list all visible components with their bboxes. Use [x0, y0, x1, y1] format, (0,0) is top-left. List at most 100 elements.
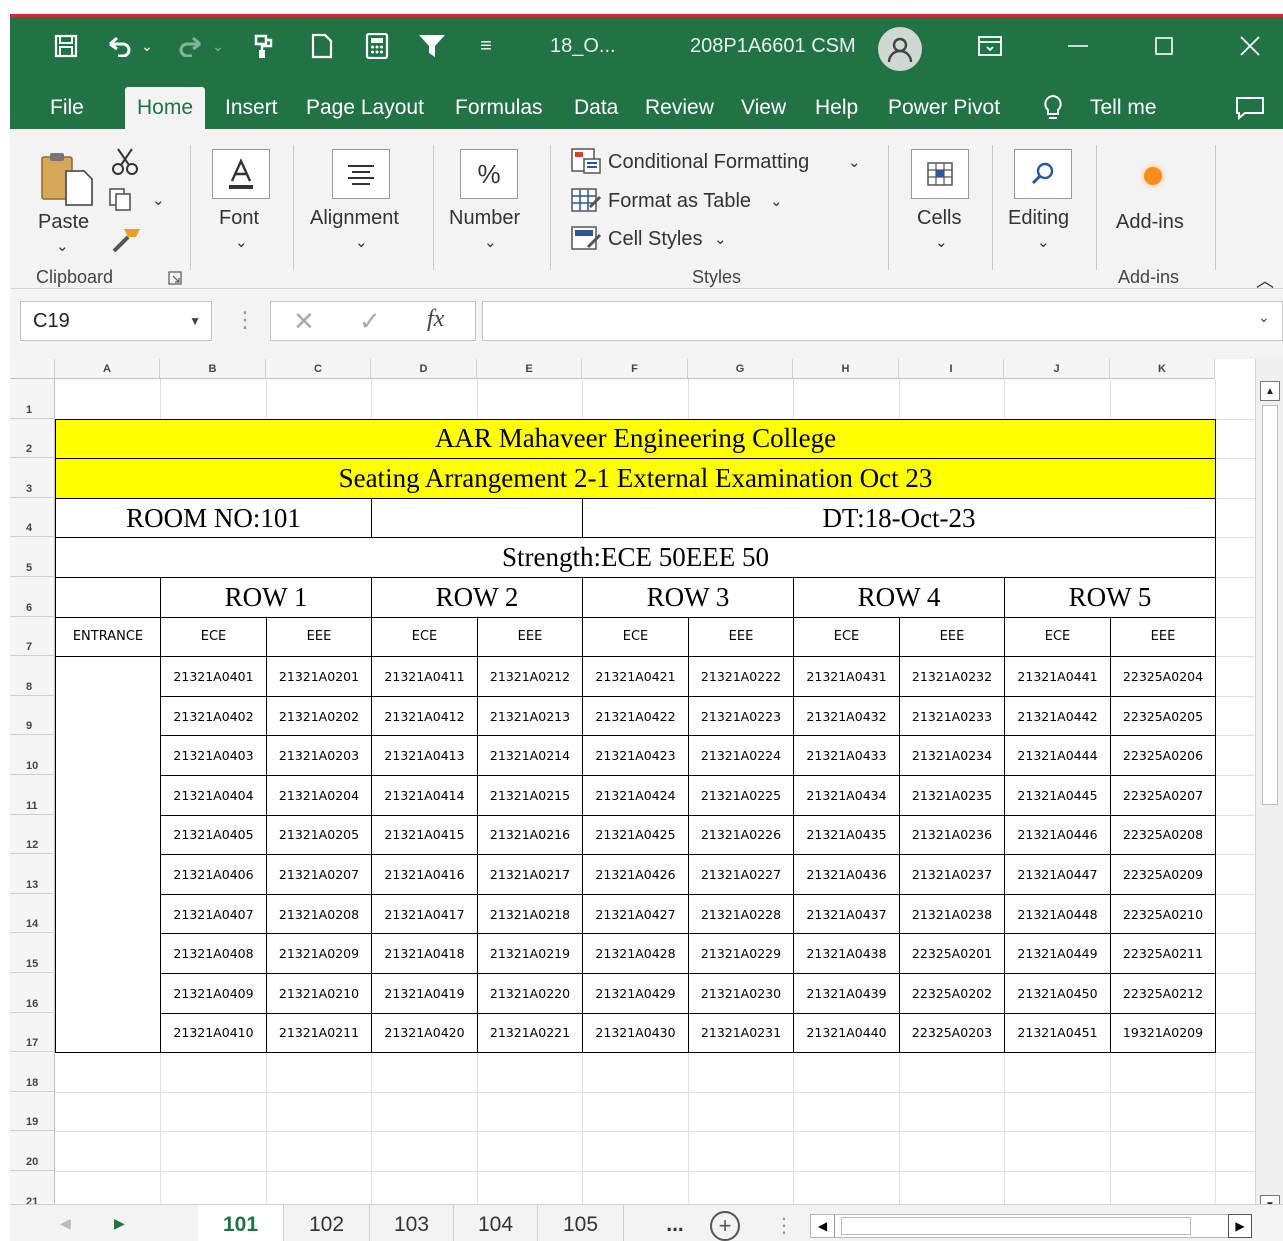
column-header-d[interactable]: D	[371, 359, 477, 379]
branch-header-cell[interactable]: ECE	[371, 616, 478, 658]
column-header-e[interactable]: E	[477, 359, 582, 379]
roll-number-cell[interactable]: 21321A0414	[371, 775, 478, 816]
filter-icon[interactable]	[414, 27, 450, 65]
format-as-table-icon[interactable]	[570, 187, 602, 220]
roll-number-cell[interactable]: 22325A0203	[899, 1012, 1005, 1054]
copy-dropdown-icon[interactable]: ⌄	[152, 191, 165, 209]
roll-number-cell[interactable]: 21321A0222	[688, 656, 794, 697]
roll-number-cell[interactable]: 21321A0440	[793, 1012, 900, 1054]
row-header-12[interactable]: 12	[10, 814, 55, 855]
branch-header-cell[interactable]: EEE	[899, 616, 1005, 658]
roll-number-cell[interactable]: 21321A0228	[688, 893, 794, 935]
roll-number-cell[interactable]: 21321A0439	[793, 973, 900, 1014]
redo-dropdown-icon[interactable]: ⌄	[210, 27, 226, 65]
font-icon[interactable]	[212, 149, 270, 199]
expand-formula-bar-icon[interactable]: ⌄	[1258, 309, 1270, 326]
cut-icon[interactable]	[110, 147, 140, 182]
tab-page-layout[interactable]: Page Layout	[302, 87, 428, 129]
row-header-2[interactable]: 2	[10, 418, 55, 459]
add-sheet-icon[interactable]: +	[710, 1211, 740, 1241]
roll-number-cell[interactable]: 21321A0407	[160, 893, 267, 935]
row-group-header[interactable]: ROW 1	[160, 577, 372, 618]
roll-number-cell[interactable]: 21321A0438	[793, 933, 900, 974]
row-header-15[interactable]: 15	[10, 933, 55, 973]
formula-input[interactable]	[482, 301, 1283, 341]
cell-styles-icon[interactable]	[570, 225, 602, 258]
roll-number-cell[interactable]: 21321A0230	[688, 973, 794, 1014]
roll-number-cell[interactable]: 21321A0431	[793, 656, 900, 697]
font-dropdown-icon[interactable]: ⌄	[235, 233, 248, 251]
roll-number-cell[interactable]: 21321A0203	[266, 735, 372, 776]
lightbulb-icon[interactable]	[1038, 89, 1068, 127]
column-header-b[interactable]: B	[160, 359, 266, 379]
roll-number-cell[interactable]: 21321A0227	[688, 854, 794, 895]
row-header-5[interactable]: 5	[10, 537, 55, 577]
roll-number-cell[interactable]: 21321A0436	[793, 854, 900, 895]
scroll-left-icon[interactable]: ◀	[811, 1215, 835, 1237]
row-header-18[interactable]: 18	[10, 1052, 55, 1092]
roll-number-cell[interactable]: 21321A0224	[688, 735, 794, 776]
name-box[interactable]: C19 ▼	[20, 301, 212, 341]
roll-number-cell[interactable]: 21321A0425	[582, 814, 689, 856]
roll-number-cell[interactable]: 21321A0423	[582, 735, 689, 776]
roll-number-cell[interactable]: 21321A0219	[477, 933, 583, 974]
roll-number-cell[interactable]: 21321A0211	[266, 1012, 372, 1054]
column-header-j[interactable]: J	[1004, 359, 1110, 379]
paste-icon[interactable]	[38, 151, 100, 212]
more-sheets-button[interactable]: ...	[650, 1205, 700, 1241]
branch-header-cell[interactable]: ECE	[582, 616, 689, 658]
select-all-corner[interactable]	[10, 359, 55, 379]
vertical-scroll-thumb[interactable]	[1262, 405, 1278, 805]
copy-icon[interactable]	[108, 187, 142, 218]
row-group-header[interactable]: ROW 2	[371, 577, 583, 618]
format-as-table-dropdown-icon[interactable]: ⌄	[770, 192, 783, 210]
roll-number-cell[interactable]: 21321A0441	[1004, 656, 1111, 697]
college-title-cell[interactable]: AAR Mahaveer Engineering College	[55, 418, 1216, 460]
minimize-icon[interactable]	[1062, 27, 1094, 65]
roll-number-cell[interactable]: 21321A0432	[793, 695, 900, 737]
sheet-tab-102[interactable]: 102	[284, 1205, 370, 1241]
roll-number-cell[interactable]: 21321A0403	[160, 735, 267, 776]
format-painter-qat-icon[interactable]	[246, 27, 284, 65]
roll-number-cell[interactable]: 21321A0450	[1004, 973, 1111, 1014]
roll-number-cell[interactable]: 21321A0210	[266, 973, 372, 1014]
branch-header-cell[interactable]: ECE	[1004, 616, 1111, 658]
roll-number-cell[interactable]: 21321A0220	[477, 973, 583, 1014]
user-avatar-icon[interactable]	[878, 27, 922, 71]
roll-number-cell[interactable]: 22325A0208	[1110, 814, 1216, 856]
roll-number-cell[interactable]: 21321A0426	[582, 854, 689, 895]
roll-number-cell[interactable]: 21321A0434	[793, 775, 900, 816]
roll-number-cell[interactable]: 21321A0405	[160, 814, 267, 856]
roll-number-cell[interactable]: 21321A0212	[477, 656, 583, 697]
roll-number-cell[interactable]: 21321A0215	[477, 775, 583, 816]
roll-number-cell[interactable]: 22325A0201	[899, 933, 1005, 974]
roll-number-cell[interactable]: 21321A0204	[266, 775, 372, 816]
sheet-tab-103[interactable]: 103	[370, 1205, 454, 1241]
roll-number-cell[interactable]: 21321A0402	[160, 695, 267, 737]
cell-styles-dropdown-icon[interactable]: ⌄	[714, 230, 727, 248]
paste-label[interactable]: Paste	[38, 211, 89, 234]
roll-number-cell[interactable]: 22325A0206	[1110, 735, 1216, 776]
add-ins-icon[interactable]	[1144, 167, 1162, 185]
close-icon[interactable]	[1234, 27, 1266, 65]
column-header-c[interactable]: C	[266, 359, 371, 379]
save-icon[interactable]	[48, 27, 84, 65]
row-header-1[interactable]: 1	[10, 379, 55, 419]
editing-dropdown-icon[interactable]: ⌄	[1037, 233, 1050, 251]
column-header-h[interactable]: H	[793, 359, 899, 379]
strength-cell[interactable]: Strength:ECE 50EEE 50	[55, 537, 1216, 578]
roll-number-cell[interactable]: 21321A0221	[477, 1012, 583, 1054]
cell-styles-button[interactable]: Cell Styles	[608, 228, 702, 251]
row-header-10[interactable]: 10	[10, 735, 55, 775]
roll-number-cell[interactable]: 21321A0427	[582, 893, 689, 935]
row-header-16[interactable]: 16	[10, 973, 55, 1013]
row-header-3[interactable]: 3	[10, 458, 55, 498]
roll-number-cell[interactable]: 21321A0208	[266, 893, 372, 935]
roll-number-cell[interactable]: 21321A0419	[371, 973, 478, 1014]
exam-date-cell[interactable]: DT:18-Oct-23	[582, 497, 1216, 539]
row-header-13[interactable]: 13	[10, 854, 55, 894]
row-header-17[interactable]: 17	[10, 1012, 55, 1053]
roll-number-cell[interactable]: 21321A0236	[899, 814, 1005, 856]
format-painter-icon[interactable]	[110, 227, 142, 258]
row-header-7[interactable]: 7	[10, 616, 55, 657]
